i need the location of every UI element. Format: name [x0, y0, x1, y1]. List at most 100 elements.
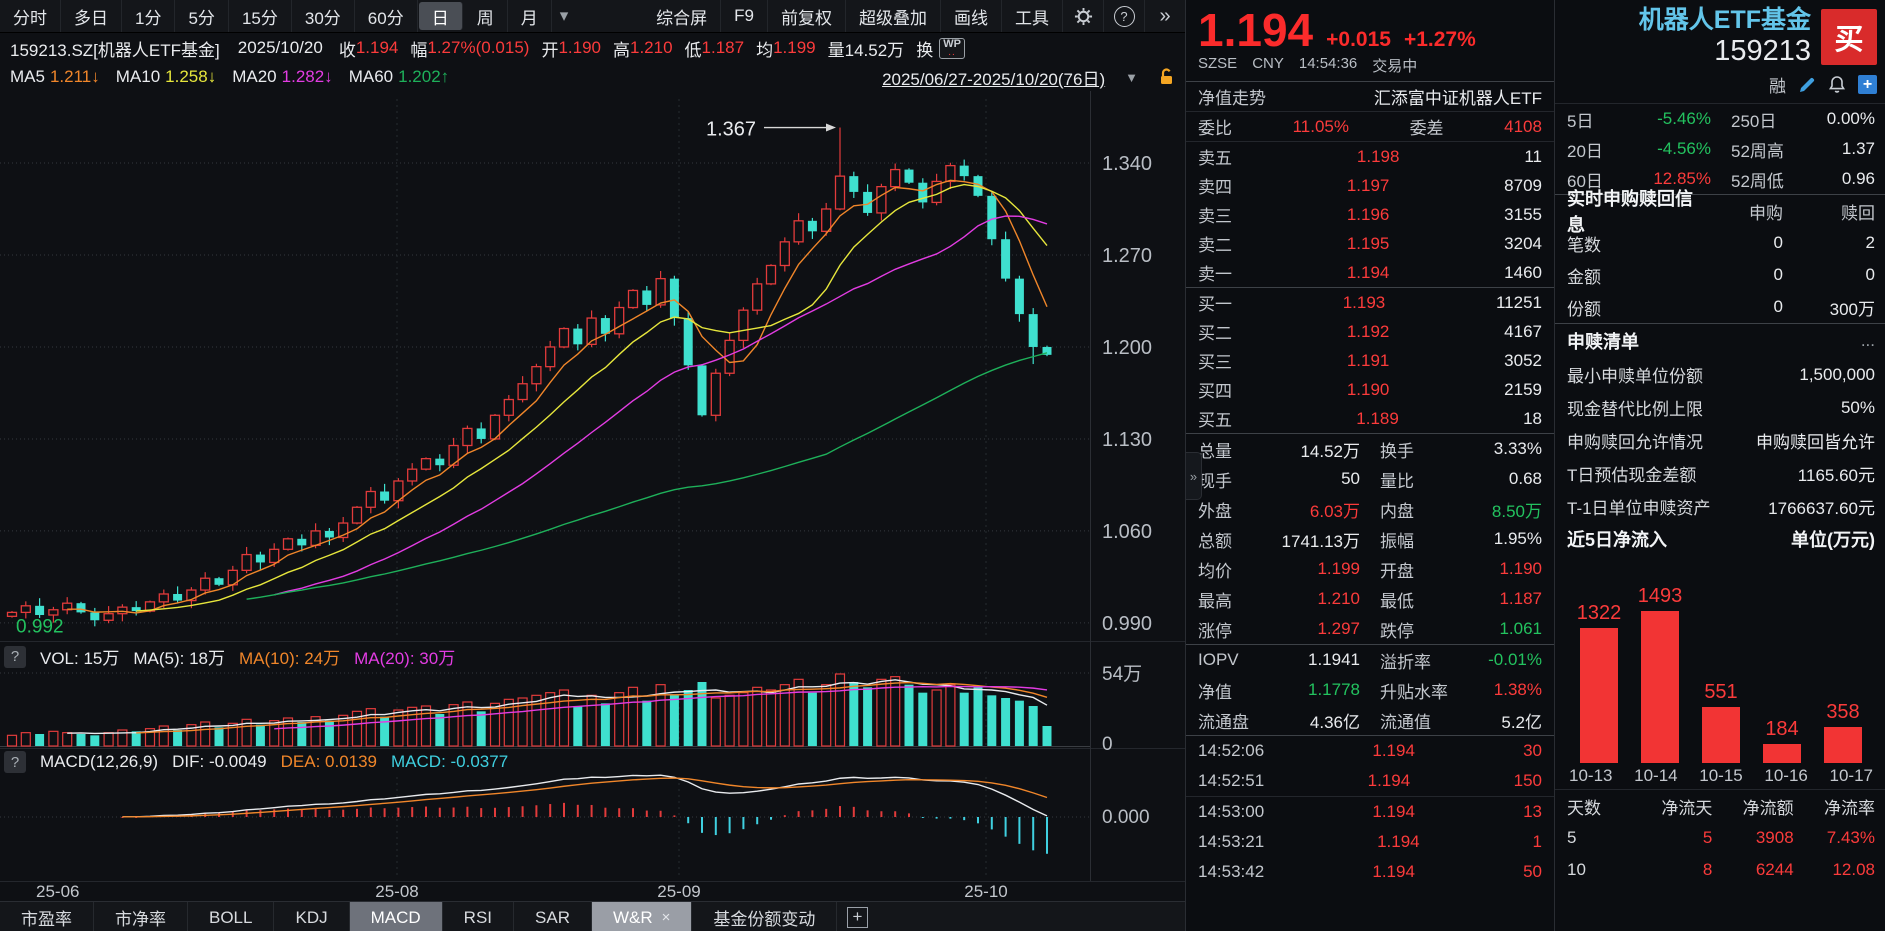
volume-bar	[905, 685, 914, 746]
volume-bar	[532, 695, 541, 746]
help-icon[interactable]: ?	[1104, 0, 1145, 32]
netflow-bar-chart: 13221493551184358	[1555, 555, 1885, 763]
volume-bar	[477, 711, 486, 746]
period-tab-1分[interactable]: 1分	[122, 0, 175, 32]
period-tab-60分[interactable]: 60分	[355, 0, 418, 32]
list-label: T-1日单位申赎资产	[1567, 494, 1711, 519]
toolbar-expand-icon[interactable]: »	[1145, 0, 1185, 32]
ask-row[interactable]: 卖五1.19811	[1186, 142, 1554, 171]
volume-bar	[1001, 698, 1010, 746]
macd-hist-bar	[729, 817, 731, 833]
tab-MACD[interactable]: MACD	[350, 902, 443, 931]
volume-bar	[35, 734, 44, 746]
tab-W&R[interactable]: W&R×	[592, 902, 692, 931]
market-status-row: SZSE CNY 14:54:36 交易中	[1186, 54, 1554, 82]
settings-gear-icon[interactable]	[1063, 0, 1104, 32]
ma-value: 1.211↓	[50, 67, 100, 87]
tool-button-前复权[interactable]: 前复权	[768, 0, 846, 32]
add-indicator-button[interactable]: +	[837, 902, 877, 931]
period-tab-15分[interactable]: 15分	[229, 0, 292, 32]
period-tab-30分[interactable]: 30分	[292, 0, 355, 32]
book-level-volume: 2159	[1504, 380, 1542, 400]
nav-row[interactable]: 净值走势 汇添富中证机器人ETF	[1186, 82, 1554, 112]
bid-row[interactable]: 买五1.18918	[1186, 404, 1554, 433]
ask-row[interactable]: 卖三1.1963155	[1186, 200, 1554, 229]
volume-bar	[808, 693, 817, 746]
ask-row[interactable]: 卖二1.1953204	[1186, 229, 1554, 258]
panel-collapse-handle[interactable]: »	[1186, 452, 1202, 500]
tab-市净率[interactable]: 市净率	[94, 902, 188, 931]
stat-label: 流通盘	[1198, 708, 1249, 733]
vol-help-icon[interactable]: ?	[4, 646, 26, 668]
netflow-cell: 12.08	[1794, 860, 1875, 880]
period-tab-周[interactable]: 周	[464, 0, 508, 32]
tab-KDJ[interactable]: KDJ	[274, 902, 349, 931]
tab-label: 市盈率	[21, 905, 72, 930]
realtime-row: 笔数02	[1555, 227, 1885, 259]
tick-row: 14:53:001.19413	[1186, 797, 1554, 827]
margin-badge: 融	[1769, 72, 1786, 97]
bid-row[interactable]: 买二1.1924167	[1186, 317, 1554, 346]
tab-BOLL[interactable]: BOLL	[188, 902, 274, 931]
macd-help-icon[interactable]: ?	[4, 751, 26, 773]
tab-SAR[interactable]: SAR	[514, 902, 592, 931]
field-换: 换	[916, 36, 933, 61]
bid-row[interactable]: 买三1.1913052	[1186, 346, 1554, 375]
period-tab-多日[interactable]: 多日	[61, 0, 122, 32]
tab-close-icon[interactable]: ×	[662, 909, 671, 926]
list-label: 现金替代比例上限	[1567, 395, 1703, 420]
tool-button-综合屏[interactable]: 综合屏	[643, 0, 721, 32]
stat-label: 现手	[1198, 467, 1232, 492]
macd-hist-bar	[591, 805, 593, 817]
period-more-caret-icon[interactable]: ▾	[552, 6, 577, 26]
candlestick-chart[interactable]: 1.3401.2701.2001.1301.0600.99054万00.0001…	[0, 91, 1185, 901]
candle-body	[215, 578, 224, 585]
edit-pencil-icon[interactable]	[1798, 76, 1816, 94]
volume-bar	[739, 693, 748, 746]
tick-price: 1.194	[1372, 741, 1415, 761]
alert-bell-icon[interactable]	[1828, 75, 1846, 94]
stat-label: 最低	[1380, 587, 1414, 612]
rt-label: 金额	[1567, 263, 1703, 288]
candle-body	[946, 166, 955, 182]
lock-icon[interactable]	[1158, 67, 1175, 87]
macd-hist-bar	[963, 817, 965, 820]
book-level-label: 买五	[1198, 406, 1232, 431]
date-range-caret-icon[interactable]: ▼	[1125, 70, 1138, 85]
bid-row[interactable]: 买四1.1902159	[1186, 375, 1554, 404]
tool-button-工具[interactable]: 工具	[1002, 0, 1063, 32]
tool-button-画线[interactable]: 画线	[941, 0, 1002, 32]
trading-app-window: 分时多日1分5分15分30分60分日周月 ▾ 综合屏F9前复权超级叠加画线工具 …	[0, 0, 1885, 931]
realtime-row: 金额00	[1555, 259, 1885, 291]
field-高: 高1.210	[613, 36, 673, 61]
perf-row: 5日-5.46%250日0.00%	[1555, 104, 1885, 134]
date-range-selector[interactable]: 2025/06/27-2025/10/20(76日)	[882, 65, 1105, 90]
list-more-icon[interactable]: ...	[1861, 331, 1875, 351]
stat-label: 外盘	[1198, 497, 1232, 522]
stat-value: 1.199	[1317, 559, 1360, 579]
volume-pane-header: ? VOL: 15万MA(5): 18万MA(10): 24万MA(20): 3…	[4, 644, 455, 669]
vol-header-part: MA(10): 24万	[239, 644, 340, 669]
period-tab-5分[interactable]: 5分	[175, 0, 228, 32]
tab-基金份额变动[interactable]: 基金份额变动	[692, 902, 837, 931]
tab-市盈率[interactable]: 市盈率	[0, 902, 94, 931]
tool-button-F9[interactable]: F9	[721, 0, 768, 32]
field-label: 量	[828, 36, 845, 61]
period-tab-月[interactable]: 月	[508, 0, 552, 32]
ask-row[interactable]: 卖一1.1941460	[1186, 258, 1554, 287]
perf-left: 20日-4.56%	[1567, 137, 1711, 162]
candle-body	[422, 459, 431, 470]
period-tab-日[interactable]: 日	[419, 2, 463, 30]
add-to-watchlist-icon[interactable]: +	[1858, 75, 1877, 94]
bid-row[interactable]: 买一1.19311251	[1186, 288, 1554, 317]
main-chart-area[interactable]: 1.3401.2701.2001.1301.0600.99054万00.0001…	[0, 91, 1185, 901]
period-tab-分时[interactable]: 分时	[0, 0, 61, 32]
ask-row[interactable]: 卖四1.1978709	[1186, 171, 1554, 200]
macd-hist-bar	[660, 811, 662, 817]
tool-button-超级叠加[interactable]: 超级叠加	[846, 0, 941, 32]
buy-button[interactable]: 买	[1821, 9, 1877, 65]
stat-value: 5.2亿	[1501, 708, 1542, 733]
macd-hist-bar	[632, 808, 634, 817]
tab-RSI[interactable]: RSI	[443, 902, 514, 931]
ma10-line	[136, 185, 1047, 612]
